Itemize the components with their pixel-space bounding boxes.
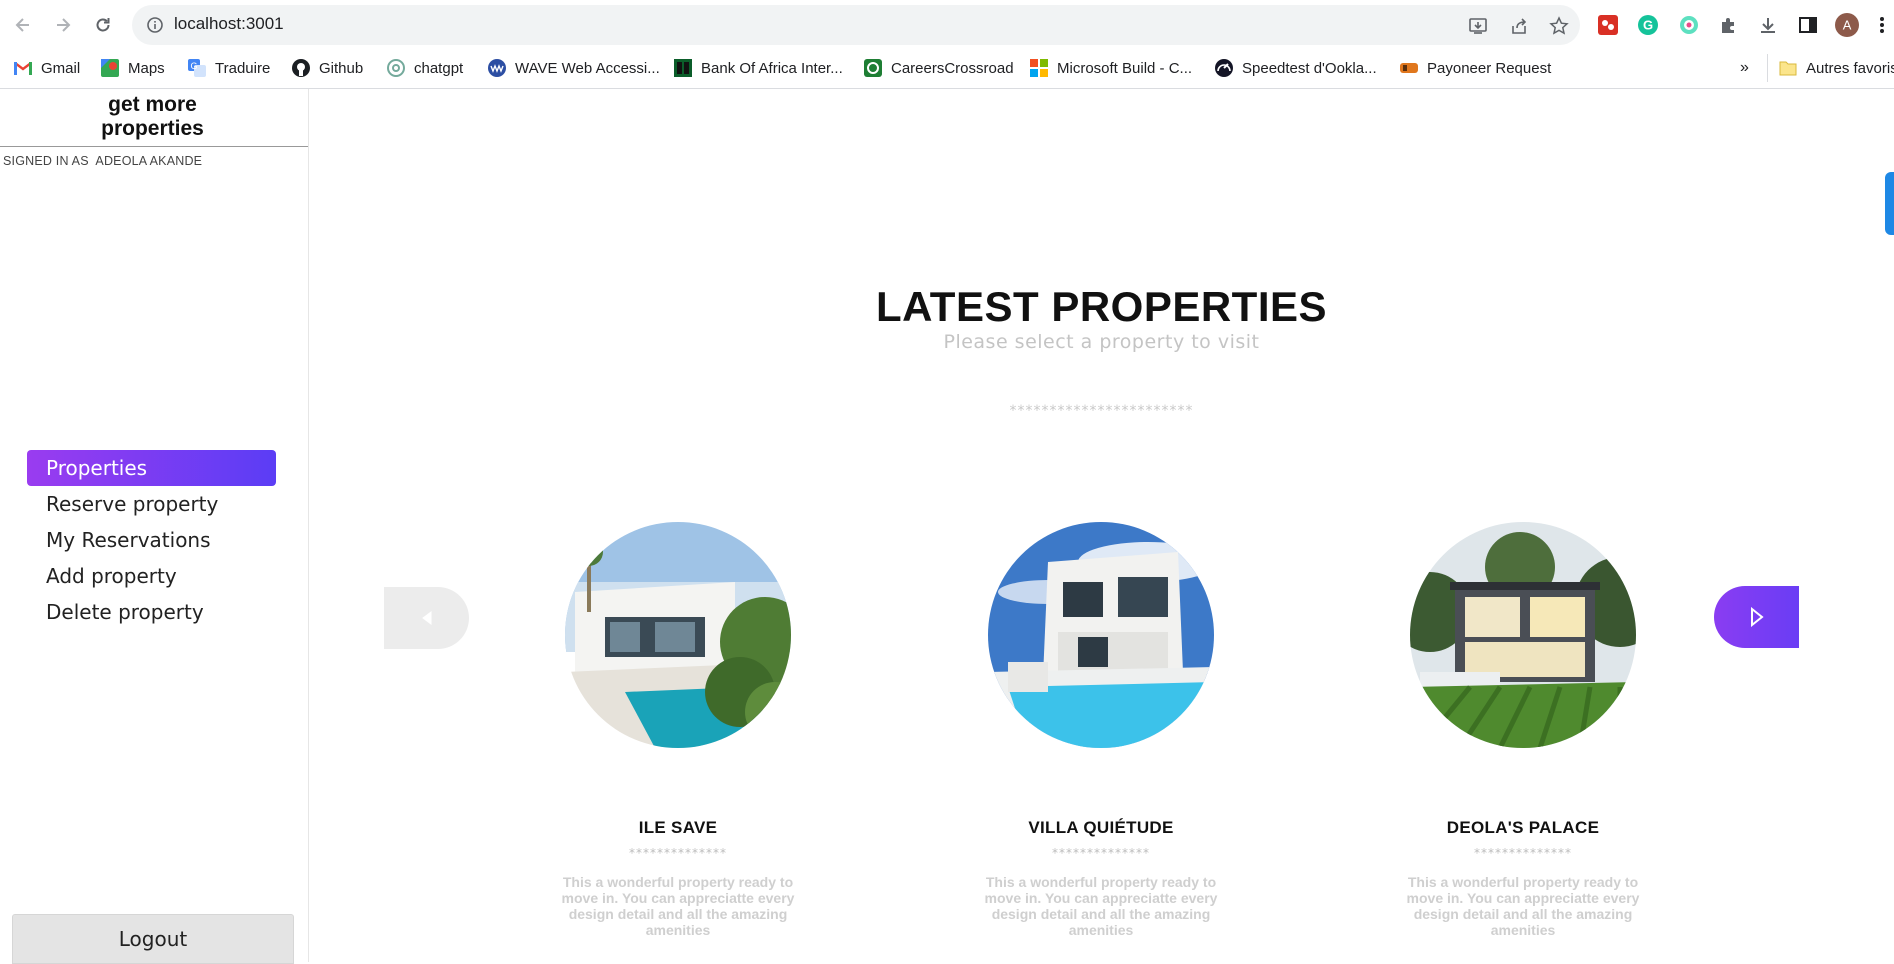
sidebar-item-add-property[interactable]: Add property bbox=[27, 558, 276, 594]
caret-left-icon bbox=[421, 611, 431, 625]
svg-text:G: G bbox=[1643, 18, 1653, 33]
bookmarks-overflow-button[interactable]: » bbox=[1740, 59, 1749, 77]
side-extension-tab[interactable] bbox=[1885, 172, 1894, 235]
translate-icon: G bbox=[188, 59, 206, 77]
sidebar-item-reserve-property[interactable]: Reserve property bbox=[27, 486, 276, 522]
sidebar-item-label: Properties bbox=[46, 456, 148, 480]
downloads-icon[interactable] bbox=[1756, 13, 1780, 37]
folder-icon bbox=[1779, 59, 1797, 77]
careers-icon bbox=[864, 59, 882, 77]
caret-right-icon bbox=[1750, 607, 1764, 627]
extension-red-icon[interactable] bbox=[1596, 13, 1620, 37]
github-icon bbox=[292, 59, 310, 77]
share-icon[interactable] bbox=[1508, 15, 1530, 37]
page-title: LATEST PROPERTIES bbox=[875, 283, 1328, 330]
property-divider: ************** bbox=[1052, 846, 1150, 860]
microsoft-icon bbox=[1030, 59, 1048, 77]
svg-text:A: A bbox=[1843, 18, 1852, 33]
bookmark-bank-of-africa[interactable]: Bank Of Africa Inter... bbox=[674, 59, 843, 77]
logout-button[interactable]: Logout bbox=[12, 914, 294, 964]
browser-menu-icon[interactable] bbox=[1874, 13, 1890, 37]
bookmarks-bar: Gmail Maps G Traduire Github chatgpt WAV… bbox=[0, 50, 1894, 89]
property-description: This a wonderful property ready to move … bbox=[561, 874, 795, 938]
sidebar-item-label: My Reservations bbox=[46, 528, 211, 552]
bookmark-other-folder[interactable]: Autres favoris bbox=[1779, 59, 1894, 77]
property-divider: ************** bbox=[1474, 846, 1572, 860]
page-subtitle: Please select a property to visit bbox=[943, 331, 1260, 353]
carousel-prev-button[interactable] bbox=[384, 587, 469, 649]
property-divider: ************** bbox=[629, 846, 727, 860]
bookmark-careerscrossroad[interactable]: CareersCrossroad bbox=[864, 59, 1014, 77]
bookmarks-separator bbox=[1767, 54, 1768, 82]
property-card[interactable]: DEOLA'S PALACE ************** This a won… bbox=[1373, 522, 1673, 938]
main-content: LATEST PROPERTIES Please select a proper… bbox=[309, 89, 1894, 962]
signed-in-label: SIGNED IN AS ADEOLA AKANDE bbox=[3, 154, 203, 168]
arrow-right-icon bbox=[57, 18, 71, 32]
payoneer-icon bbox=[1400, 59, 1418, 77]
property-card[interactable]: VILLA QUIÉTUDE ************** This a won… bbox=[951, 522, 1251, 938]
reload-icon bbox=[96, 18, 110, 32]
extension-target-icon[interactable] bbox=[1677, 13, 1701, 37]
sidebar-item-label: Reserve property bbox=[46, 492, 219, 516]
property-name: DEOLA'S PALACE bbox=[1446, 818, 1600, 837]
bookmark-gmail[interactable]: Gmail bbox=[14, 59, 80, 77]
extensions-puzzle-icon[interactable] bbox=[1717, 13, 1741, 37]
maps-icon bbox=[101, 59, 119, 77]
sidebar: get more properties SIGNED IN AS ADEOLA … bbox=[0, 89, 309, 964]
bookmark-github[interactable]: Github bbox=[292, 59, 363, 77]
property-photo[interactable] bbox=[1410, 522, 1636, 748]
wave-icon bbox=[488, 59, 506, 77]
sidebar-item-my-reservations[interactable]: My Reservations bbox=[27, 522, 276, 558]
gmail-icon bbox=[14, 59, 32, 77]
title-divider: *********************** bbox=[1009, 403, 1194, 419]
sidebar-menu: Properties Reserve property My Reservati… bbox=[27, 450, 276, 630]
logo-divider bbox=[0, 146, 308, 147]
property-name: ILE SAVE bbox=[638, 818, 718, 837]
url-text[interactable]: localhost:3001 bbox=[174, 14, 284, 34]
reload-button[interactable] bbox=[90, 12, 116, 38]
property-description: This a wonderful property ready to move … bbox=[984, 874, 1218, 938]
grammarly-icon[interactable]: G bbox=[1636, 13, 1660, 37]
property-name: VILLA QUIÉTUDE bbox=[1028, 818, 1174, 837]
bookmark-traduire[interactable]: G Traduire bbox=[188, 59, 270, 77]
address-bar[interactable]: localhost:3001 bbox=[132, 5, 1580, 45]
bookmark-maps[interactable]: Maps bbox=[101, 59, 165, 77]
svg-text:G: G bbox=[190, 61, 197, 71]
bookmark-speedtest[interactable]: Speedtest d'Ookla... bbox=[1215, 59, 1377, 77]
profile-avatar[interactable]: A bbox=[1835, 13, 1859, 37]
sidebar-item-properties[interactable]: Properties bbox=[27, 450, 276, 486]
forward-button[interactable] bbox=[50, 12, 76, 38]
bookmark-star-icon[interactable] bbox=[1548, 15, 1570, 37]
app-logo[interactable]: get more properties bbox=[0, 93, 305, 141]
chatgpt-icon bbox=[387, 59, 405, 77]
bookmark-payoneer[interactable]: Payoneer Request bbox=[1400, 59, 1551, 77]
bookmark-chatgpt[interactable]: chatgpt bbox=[387, 59, 463, 77]
carousel-next-button[interactable] bbox=[1714, 586, 1799, 648]
sidebar-item-delete-property[interactable]: Delete property bbox=[27, 594, 276, 630]
property-photo[interactable] bbox=[565, 522, 791, 748]
bank-icon bbox=[674, 59, 692, 77]
arrow-left-icon bbox=[15, 18, 29, 32]
site-info-icon[interactable] bbox=[146, 16, 164, 38]
property-photo[interactable] bbox=[988, 522, 1214, 748]
install-app-icon[interactable] bbox=[1467, 15, 1489, 37]
sidebar-item-label: Delete property bbox=[46, 600, 204, 624]
bookmark-wave[interactable]: WAVE Web Accessi... bbox=[488, 59, 660, 77]
bookmark-microsoft-build[interactable]: Microsoft Build - C... bbox=[1030, 59, 1192, 77]
speedtest-icon bbox=[1215, 59, 1233, 77]
back-button[interactable] bbox=[10, 12, 36, 38]
side-panel-icon[interactable] bbox=[1796, 13, 1820, 37]
sidebar-item-label: Add property bbox=[46, 564, 177, 588]
property-card[interactable]: ILE SAVE ************** This a wonderful… bbox=[528, 522, 828, 938]
property-description: This a wonderful property ready to move … bbox=[1406, 874, 1640, 938]
browser-toolbar: localhost:3001 G A bbox=[0, 0, 1894, 50]
